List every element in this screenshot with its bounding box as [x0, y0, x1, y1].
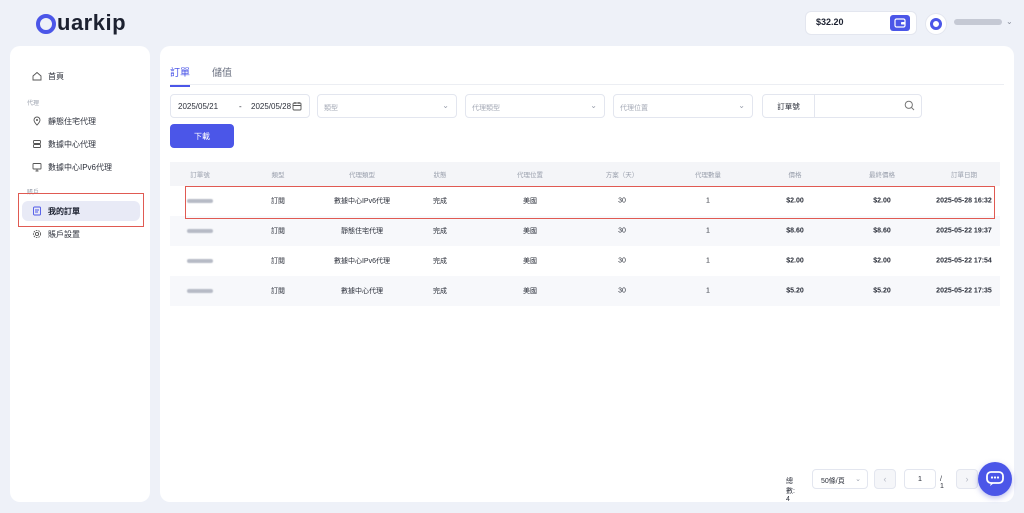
order-number-search: 訂單號 — [762, 94, 922, 118]
col-order-no: 訂單號 — [190, 172, 210, 179]
top-header: uarkip $32.20 ⌄ — [0, 0, 1024, 46]
date-end: 2025/05/28 — [251, 102, 292, 111]
quarkip-logo[interactable]: uarkip — [36, 10, 126, 36]
calendar-icon — [292, 102, 302, 111]
col-price: 價格 — [788, 172, 802, 179]
location-pin-icon — [33, 116, 41, 126]
order-no-masked — [187, 229, 213, 233]
chevron-down-icon: ⌄ — [590, 101, 597, 110]
sidebar-item-account-settings[interactable]: 賬戶設置 — [22, 224, 140, 244]
home-icon — [32, 71, 42, 81]
search-icon[interactable] — [904, 100, 915, 111]
sidebar-item-datacenter[interactable]: 數據中心代理 — [22, 134, 140, 154]
table-row[interactable]: 訂閱 靜態住宅代理 完成 美國 30 1 $8.60 $8.60 2025-05… — [170, 216, 1000, 246]
database-icon — [33, 140, 41, 148]
highlight-box-first-row — [185, 186, 995, 219]
chat-icon — [986, 471, 1004, 486]
order-no-masked — [187, 289, 213, 293]
tab-divider — [170, 84, 1004, 85]
sidebar-item-home[interactable]: 首頁 — [22, 66, 140, 86]
balance-amount: $32.20 — [816, 17, 844, 27]
col-proxy-qty: 代理數量 — [695, 172, 721, 179]
main-panel: 訂單 儲值 2025/05/21 - 2025/05/28 類型 ⌄ 代理類型 … — [160, 46, 1014, 503]
next-page-button[interactable]: › — [956, 469, 978, 489]
logo-q-mark — [36, 14, 56, 34]
col-order-date: 訂單日期 — [951, 172, 977, 179]
avatar[interactable] — [926, 14, 946, 34]
col-proxy-location: 代理位置 — [517, 172, 543, 179]
sidebar: 首頁 代理 靜態住宅代理 數據中心代理 數據中心IPv6代理 賬戶 我的訂單 賬… — [10, 46, 150, 502]
table-header: 訂單號 類型 代理類型 狀態 代理位置 方案（天） 代理數量 價格 最終價格 訂… — [170, 162, 1000, 186]
monitor-icon — [32, 163, 42, 172]
col-type: 類型 — [271, 172, 285, 179]
page-number-input[interactable]: 1 — [904, 469, 936, 489]
sidebar-item-static-residential[interactable]: 靜態住宅代理 — [22, 111, 140, 131]
page-size-select[interactable]: 50條/頁 ⌄ — [812, 469, 868, 489]
total-count: 總數: 4 — [786, 478, 795, 503]
order-number-label: 訂單號 — [763, 95, 815, 117]
chevron-down-icon[interactable]: ⌄ — [1006, 17, 1013, 26]
date-start: 2025/05/21 — [178, 102, 219, 111]
chevron-down-icon: ⌄ — [738, 101, 745, 110]
chevron-down-icon: ⌄ — [442, 101, 449, 110]
chevron-down-icon: ⌄ — [855, 476, 861, 483]
date-separator: - — [239, 102, 242, 111]
chat-support-button[interactable] — [978, 462, 1012, 496]
table-row[interactable]: 訂閱 數據中心IPv6代理 完成 美國 30 1 $2.00 $2.00 202… — [170, 246, 1000, 276]
order-no-masked — [187, 259, 213, 263]
username-masked[interactable] — [954, 19, 1002, 25]
balance-box: $32.20 — [806, 12, 916, 34]
page-total: / 1 — [940, 476, 944, 490]
type-select[interactable]: 類型 ⌄ — [317, 94, 457, 118]
wallet-icon — [894, 18, 906, 28]
col-status: 狀態 — [433, 172, 447, 179]
prev-page-button[interactable]: ‹ — [874, 469, 896, 489]
order-number-input[interactable] — [817, 97, 897, 115]
date-range-picker[interactable]: 2025/05/21 - 2025/05/28 — [170, 94, 310, 118]
download-button[interactable]: 下載 — [170, 124, 234, 148]
table-row[interactable]: 訂閱 數據中心代理 完成 美國 30 1 $5.20 $5.20 2025-05… — [170, 276, 1000, 306]
sidebar-item-datacenter-ipv6[interactable]: 數據中心IPv6代理 — [22, 157, 140, 177]
col-proxy-type: 代理類型 — [349, 172, 375, 179]
col-plan-days: 方案（天） — [605, 172, 639, 179]
col-final-price: 最終價格 — [869, 172, 895, 179]
sidebar-group-proxy: 代理 — [27, 101, 40, 107]
proxy-location-select[interactable]: 代理位置 ⌄ — [613, 94, 753, 118]
wallet-button[interactable] — [890, 15, 910, 31]
gear-icon — [32, 229, 42, 239]
proxy-type-select[interactable]: 代理類型 ⌄ — [465, 94, 605, 118]
orders-table: 訂單號 類型 代理類型 狀態 代理位置 方案（天） 代理數量 價格 最終價格 訂… — [170, 162, 1000, 306]
highlight-box-sidebar — [18, 193, 144, 227]
